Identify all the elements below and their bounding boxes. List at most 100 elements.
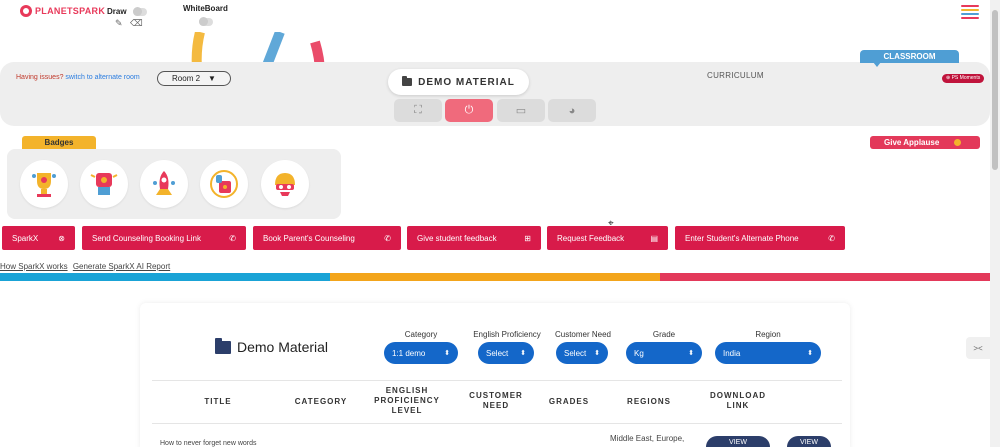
draw-label: Draw — [107, 7, 127, 16]
request-feedback-button[interactable]: Request Feedback ▤ — [547, 226, 668, 250]
give-feedback-label: Give student feedback — [417, 233, 497, 243]
trophy-badge[interactable] — [20, 160, 68, 208]
plus-square-icon: ⊞ — [524, 233, 531, 243]
phone-icon: ✆ — [229, 233, 236, 243]
draw-toggle[interactable] — [133, 7, 147, 16]
how-sparkx-works-link[interactable]: How SparkX works — [0, 262, 68, 271]
badges-tab: Badges — [22, 136, 96, 149]
column-header-grades: GRADES — [548, 397, 590, 406]
theme-button[interactable]: ◕ — [548, 99, 596, 122]
ps-moments-label: PS Moments — [951, 75, 981, 81]
sort-arrows-icon: ⬍ — [688, 350, 694, 357]
room-select-value: Room 2 — [172, 74, 201, 83]
demo-material-heading: Demo Material — [215, 337, 329, 355]
fullscreen-icon: ⛶ — [414, 104, 422, 116]
helmet-badge[interactable] — [261, 160, 309, 208]
sparkx-label: SparkX — [12, 233, 39, 243]
room-select[interactable]: Room 2 ▼ — [157, 71, 231, 86]
mouse-cursor-icon: ⌖ — [608, 218, 614, 229]
sparkx-links: How SparkX works Generate SparkX AI Repo… — [0, 262, 173, 271]
color-stripe-orange — [330, 273, 660, 281]
grade-select[interactable]: Kg ⬍ — [626, 342, 702, 364]
english-proficiency-value: Select — [486, 348, 509, 358]
rocket-icon — [153, 171, 175, 195]
demo-material-label: DEMO MATERIAL — [418, 76, 515, 88]
color-stripe-red — [660, 273, 990, 281]
folder-icon — [402, 76, 413, 86]
rocket-badge[interactable] — [140, 160, 188, 208]
palette-icon: ◕ — [568, 104, 576, 117]
hamburger-menu-icon[interactable] — [961, 5, 979, 19]
mic-badge[interactable] — [200, 160, 248, 208]
ps-moments-button[interactable]: ⊕ PS Moments — [942, 74, 985, 83]
column-header-english-proficiency: ENGLISH PROFICIENCY LEVEL — [374, 386, 440, 415]
column-header-title: TITLE — [204, 397, 232, 406]
table-row-title: How to never forget new words — [160, 440, 257, 447]
give-applause-button[interactable]: Give Applause — [870, 136, 980, 149]
alternate-phone-button[interactable]: Enter Student's Alternate Phone ✆ — [675, 226, 845, 250]
fist-badge[interactable] — [80, 160, 128, 208]
english-proficiency-select[interactable]: Select ⬍ — [478, 342, 534, 364]
view-button[interactable]: VIEW — [787, 436, 831, 447]
fullscreen-button[interactable]: ⛶ — [394, 99, 442, 122]
menu-line-icon — [961, 5, 979, 7]
table-row-regions: Middle East, Europe, — [610, 434, 685, 443]
grade-filter-label: Grade — [652, 330, 676, 339]
region-select[interactable]: India ⬍ — [715, 342, 821, 364]
logo-mark-icon — [20, 5, 32, 17]
brand-logo[interactable]: PLANETSPARK — [20, 5, 105, 17]
category-filter-label: Category — [404, 330, 438, 339]
demo-material-title: Demo Material — [237, 339, 329, 355]
folder-icon — [215, 337, 231, 354]
send-counseling-link-button[interactable]: Send Counseling Booking Link ✆ — [82, 226, 246, 250]
side-collapse-icon[interactable]: >< — [966, 337, 990, 359]
applause-icon — [954, 139, 961, 146]
table-header-divider — [152, 423, 842, 424]
give-student-feedback-button[interactable]: Give student feedback ⊞ — [407, 226, 541, 250]
column-header-category: CATEGORY — [294, 397, 348, 406]
download-view-button[interactable]: VIEW — [706, 436, 770, 447]
color-stripe-blue — [0, 273, 330, 281]
phone-icon: ✆ — [828, 233, 835, 243]
power-button[interactable]: ⏻ — [445, 99, 493, 122]
classroom-tab-notch — [873, 62, 881, 67]
whiteboard-toggle[interactable] — [199, 17, 213, 26]
customer-need-select[interactable]: Select ⬍ — [556, 342, 608, 364]
sort-arrows-icon: ⬍ — [594, 350, 600, 357]
demo-material-button[interactable]: DEMO MATERIAL — [388, 69, 529, 95]
issues-notice: Having issues? switch to alternate room — [16, 74, 140, 81]
column-header-download-link: DOWNLOAD LINK — [710, 391, 766, 410]
sort-arrows-icon: ⬍ — [807, 350, 813, 357]
sort-arrows-icon: ⬍ — [444, 350, 450, 357]
column-header-customer-need: CUSTOMER NEED — [469, 391, 523, 410]
book-parent-label: Book Parent's Counseling — [263, 233, 355, 243]
curriculum-link[interactable]: CURRICULUM — [707, 71, 764, 80]
whiteboard-label: WhiteBoard — [183, 4, 228, 13]
helmet-icon — [275, 173, 295, 196]
book-parent-counseling-button[interactable]: Book Parent's Counseling ✆ — [253, 226, 401, 250]
phone-icon: ✆ — [384, 233, 391, 243]
eraser-icon[interactable]: ⌫ — [130, 18, 143, 29]
close-circle-icon: ⊗ — [58, 233, 65, 243]
document-icon: ▤ — [650, 233, 658, 243]
column-header-regions: REGIONS — [627, 397, 671, 406]
page-scrollbar[interactable] — [990, 0, 1000, 447]
issues-text: Having issues? — [16, 74, 64, 81]
microphone-icon — [210, 170, 238, 198]
switch-room-link[interactable]: switch to alternate room — [65, 74, 139, 81]
english-proficiency-filter-label: English Proficiency — [473, 330, 541, 339]
region-filter-label: Region — [755, 330, 781, 339]
customer-need-value: Select — [564, 348, 587, 358]
customer-need-filter-label: Customer Need — [554, 330, 612, 339]
table-top-divider — [152, 380, 842, 381]
screen-share-button[interactable]: ▭ — [497, 99, 545, 122]
sparkx-button[interactable]: SparkX ⊗ — [2, 226, 75, 250]
generate-report-link[interactable]: Generate SparkX AI Report — [73, 262, 170, 271]
pencil-icon[interactable]: ✎ — [115, 18, 123, 29]
menu-line-icon — [961, 17, 979, 19]
category-select-value: 1:1 demo — [392, 348, 426, 358]
scrollbar-thumb[interactable] — [992, 10, 998, 170]
menu-line-icon — [961, 13, 979, 15]
demo-material-card — [140, 303, 850, 447]
category-select[interactable]: 1:1 demo ⬍ — [384, 342, 458, 364]
